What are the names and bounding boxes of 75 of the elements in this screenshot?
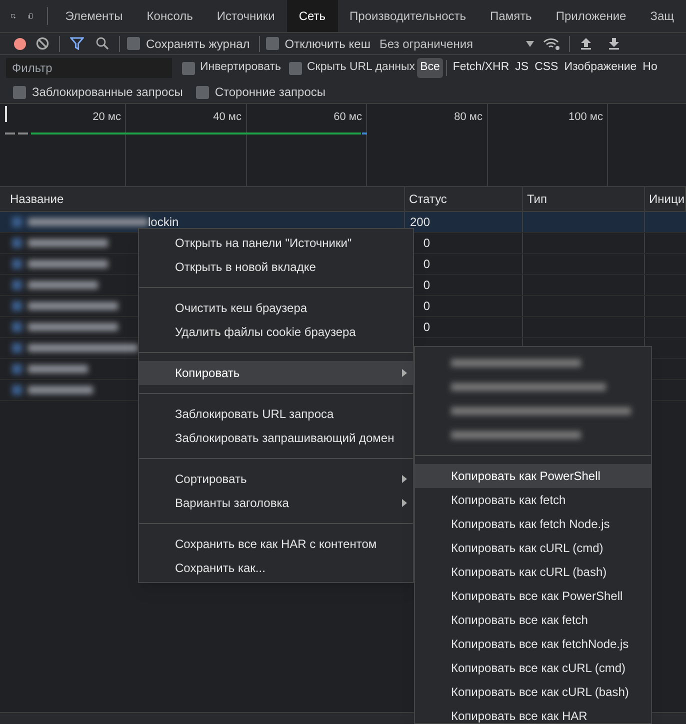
status-code: 200 bbox=[409, 214, 430, 231]
filter-icon[interactable] bbox=[70, 37, 84, 50]
type-filter[interactable]: Fetch/XHR bbox=[450, 58, 512, 78]
upload-icon[interactable] bbox=[580, 37, 592, 50]
dropdown-arrow-icon[interactable] bbox=[526, 40, 534, 46]
type-filter[interactable]: CSS bbox=[532, 58, 562, 78]
type-filter[interactable]: Изображение bbox=[561, 58, 640, 78]
checkbox-label[interactable]: Сохранять журнал bbox=[146, 34, 250, 52]
menu-item[interactable]: Очистить кеш браузера bbox=[139, 296, 413, 320]
checkbox-label[interactable]: Заблокированные запросы bbox=[32, 83, 183, 101]
checkbox[interactable] bbox=[266, 37, 279, 50]
menu-item[interactable]: Заблокировать запрашивающий домен bbox=[139, 426, 413, 450]
panel-tab[interactable]: Источники bbox=[204, 0, 287, 32]
menu-item[interactable]: Копировать все как fetchNode.js bbox=[415, 632, 651, 656]
menu-item[interactable]: Копировать bbox=[139, 361, 413, 385]
panel-tab[interactable]: Приложение bbox=[544, 0, 638, 32]
checkbox[interactable] bbox=[13, 86, 26, 98]
status-code: 0 bbox=[422, 319, 430, 336]
checkbox[interactable] bbox=[196, 86, 209, 98]
checkbox[interactable] bbox=[182, 62, 195, 74]
tick-label: 20 мс bbox=[92, 110, 121, 125]
tick-label: 100 мс bbox=[568, 110, 603, 125]
menu-item[interactable]: Сортировать bbox=[139, 467, 413, 491]
column-header[interactable]: Статус bbox=[405, 187, 523, 211]
status-code: 0 bbox=[422, 256, 430, 273]
menu-item[interactable]: Копировать все как PowerShell bbox=[415, 584, 651, 608]
tick-label: 80 мс bbox=[454, 110, 482, 125]
menu-item[interactable]: Копировать все как cURL (cmd) bbox=[415, 656, 651, 680]
menu-item[interactable]: Копировать как cURL (bash) bbox=[415, 560, 651, 584]
column-header[interactable]: Название bbox=[0, 187, 405, 211]
checkbox-label[interactable]: Скрыть URL данных bbox=[307, 59, 416, 77]
tick-label: 60 мс bbox=[334, 110, 362, 125]
menu-item[interactable]: Копировать как cURL (cmd) bbox=[415, 536, 651, 560]
status-code: 0 bbox=[422, 298, 430, 315]
checkbox[interactable] bbox=[289, 62, 302, 74]
tick-label: 40 мс bbox=[213, 110, 242, 125]
search-icon[interactable] bbox=[96, 37, 109, 50]
type-filter[interactable]: Но bbox=[640, 58, 660, 78]
menu-item[interactable]: Копировать все как cURL (bash) bbox=[415, 680, 651, 704]
panel-tab[interactable]: Память bbox=[478, 0, 544, 32]
menu-item[interactable]: Варианты заголовка bbox=[139, 491, 413, 515]
type-filter[interactable]: JS bbox=[512, 58, 532, 78]
menu-item[interactable]: Открыть на панели "Источники" bbox=[139, 231, 413, 255]
file-name: lockin bbox=[148, 214, 179, 231]
column-header[interactable]: Иници bbox=[645, 187, 686, 211]
menu-item[interactable]: Заблокировать URL запроса bbox=[139, 402, 413, 426]
menu-item[interactable]: Открыть в новой вкладке bbox=[139, 255, 413, 279]
panel-tab[interactable]: Сеть bbox=[286, 0, 338, 32]
status-code: 0 bbox=[422, 235, 430, 252]
status-code: 0 bbox=[422, 277, 430, 294]
checkbox-label[interactable]: Сторонние запросы bbox=[214, 83, 326, 101]
menu-item[interactable]: Копировать как PowerShell bbox=[415, 464, 651, 488]
record-button[interactable] bbox=[14, 38, 26, 50]
filter-field[interactable]: Фильтр bbox=[6, 58, 172, 78]
table-row[interactable]: lockin 200 bbox=[0, 212, 686, 233]
menu-item[interactable]: Удалить файлы cookie браузера bbox=[139, 320, 413, 344]
throttling-select[interactable]: Без ограничения bbox=[379, 34, 534, 52]
menu-item[interactable]: Копировать все как fetch bbox=[415, 608, 651, 632]
panel-tab[interactable]: Консоль bbox=[134, 0, 205, 32]
panel-tab[interactable]: Производительность bbox=[338, 0, 478, 32]
network-conditions-icon[interactable] bbox=[543, 36, 562, 50]
clear-icon[interactable] bbox=[36, 37, 49, 50]
panel-tab[interactable]: Элементы bbox=[53, 0, 135, 32]
download-icon[interactable] bbox=[608, 37, 620, 50]
checkbox-label[interactable]: Инвертировать bbox=[200, 59, 281, 77]
menu-item[interactable]: Копировать как fetch Node.js bbox=[415, 512, 651, 536]
type-filter[interactable]: Все bbox=[417, 58, 443, 78]
checkbox-label[interactable]: Отключить кеш bbox=[284, 34, 370, 52]
menu-item[interactable]: Копировать как fetch bbox=[415, 488, 651, 512]
menu-item[interactable]: Сохранить как... bbox=[139, 556, 413, 580]
panel-tab[interactable]: Защ bbox=[638, 0, 686, 32]
checkbox[interactable] bbox=[127, 37, 140, 50]
menu-item[interactable]: Сохранить все как HAR с контентом bbox=[139, 532, 413, 556]
menu-item[interactable]: Копировать все как HAR bbox=[415, 704, 651, 724]
column-header[interactable]: Тип bbox=[523, 187, 645, 211]
